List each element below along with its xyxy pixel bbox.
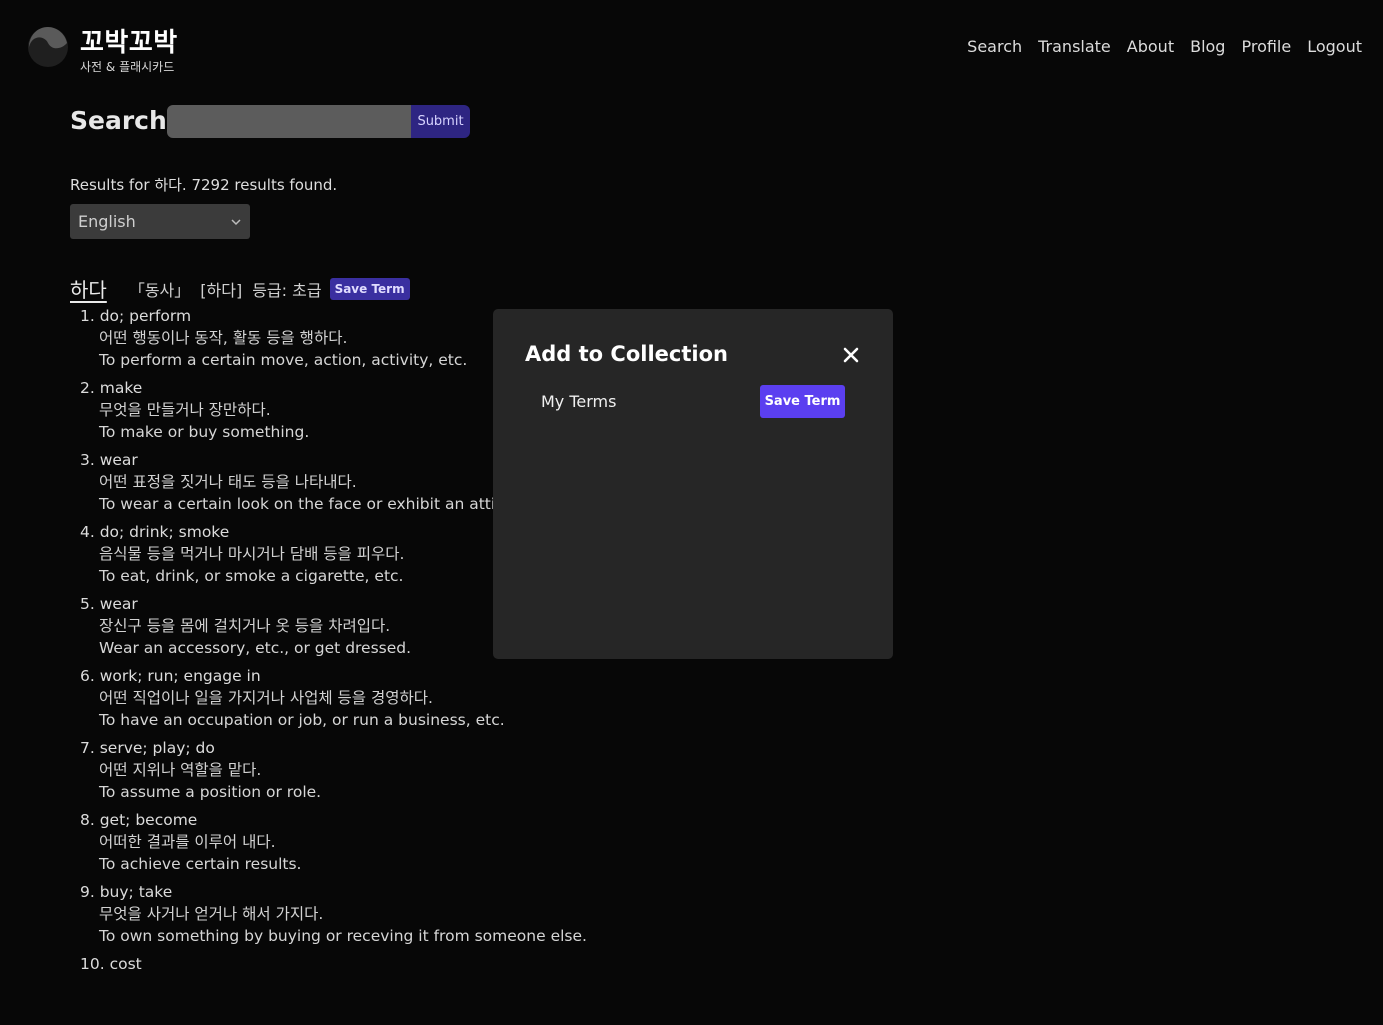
add-to-collection-modal: Add to Collection My Terms Save Term <box>493 309 893 659</box>
sense-item: 9. buy; take 무엇을 사거나 얻거나 해서 가지다. To own … <box>80 881 680 953</box>
sense-korean-definition: 어떤 직업이나 일을 가지거나 사업체 등을 경영하다. <box>99 689 433 707</box>
nav-translate[interactable]: Translate <box>1038 37 1111 57</box>
modal-title: Add to Collection <box>525 342 728 366</box>
nav-about[interactable]: About <box>1127 37 1174 57</box>
sense-gloss: 8. get; become <box>80 811 198 829</box>
sense-item: 10. cost <box>80 953 680 1025</box>
collection-row: My Terms Save Term <box>541 385 845 418</box>
sense-gloss: 10. cost <box>80 955 142 973</box>
sense-gloss: 9. buy; take <box>80 883 173 901</box>
sense-korean-definition: 어떠한 결과를 이루어 내다. <box>99 833 276 851</box>
sense-korean-definition: 어떤 지위나 역할을 맡다. <box>99 761 262 779</box>
page: 꼬박꼬박 사전 & 플래시카드 Search Translate About B… <box>0 0 1383 973</box>
sense-english-definition: To assume a position or role. <box>99 783 322 801</box>
save-term-button[interactable]: Save Term <box>329 277 410 300</box>
headword-link[interactable]: 하다 <box>70 274 107 303</box>
results-summary: Results for 하다. 7292 results found. <box>70 176 338 194</box>
search-input[interactable] <box>167 105 411 138</box>
chevron-down-icon <box>231 218 241 225</box>
language-select-value: English <box>78 212 136 231</box>
part-of-speech: 「동사」 <box>128 280 191 300</box>
sense-item: 8. get; become 어떠한 결과를 이루어 내다. To achiev… <box>80 809 680 881</box>
sense-item: 6. work; run; engage in 어떤 직업이나 일을 가지거나 … <box>80 665 680 737</box>
sense-gloss: 6. work; run; engage in <box>80 667 261 685</box>
close-icon[interactable] <box>840 344 862 366</box>
collection-name: My Terms <box>541 392 617 411</box>
entry-header: 하다 「동사」 [하다] 등급: 초급 Save Term <box>70 274 410 303</box>
pronunciation: [하다] <box>200 280 243 300</box>
sense-english-definition: To own something by buying or receving i… <box>99 927 587 945</box>
nav-blog[interactable]: Blog <box>1190 37 1225 57</box>
sense-korean-definition: 무엇을 사거나 얻거나 해서 가지다. <box>99 905 324 923</box>
level: 등급: 초급 <box>252 280 322 300</box>
sense-gloss: 7. serve; play; do <box>80 739 215 757</box>
modal-save-term-button[interactable]: Save Term <box>760 385 845 418</box>
submit-button[interactable]: Submit <box>411 105 470 138</box>
top-nav: Search Translate About Blog Profile Logo… <box>967 37 1362 57</box>
sense-english-definition: To have an occupation or job, or run a b… <box>99 711 505 729</box>
sense-item: 7. serve; play; do 어떤 지위나 역할을 맡다. To ass… <box>80 737 680 809</box>
logo-icon[interactable] <box>28 27 68 67</box>
language-select[interactable]: English <box>70 204 250 239</box>
nav-search[interactable]: Search <box>967 37 1022 57</box>
search-title: Search <box>70 106 167 135</box>
brand-title[interactable]: 꼬박꼬박 <box>80 22 178 59</box>
nav-logout[interactable]: Logout <box>1307 37 1362 57</box>
brand-subtitle: 사전 & 플래시카드 <box>80 60 175 74</box>
nav-profile[interactable]: Profile <box>1241 37 1291 57</box>
sense-english-definition: To achieve certain results. <box>99 855 302 873</box>
